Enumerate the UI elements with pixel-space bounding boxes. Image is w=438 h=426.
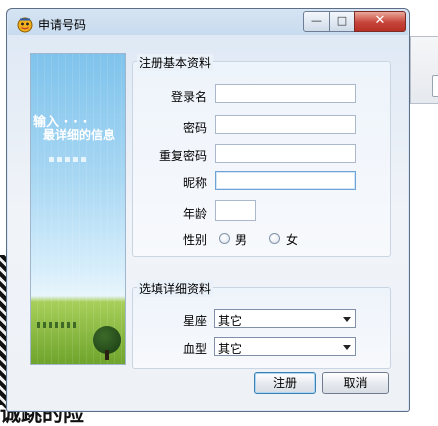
detail-info-group-title: 选填详细资料 [137,280,214,297]
chevron-down-icon [343,345,351,350]
close-button[interactable]: ✕ [354,11,406,32]
detail-info-group: 选填详细资料 星座 其它 血型 其它 [132,280,391,369]
background-widget [432,75,438,97]
title-bar[interactable]: 申请号码 — □ ✕ [7,9,409,37]
age-label: 年龄 [182,207,207,221]
banner-text-line2: 最详细的信息 [43,128,116,142]
maximize-icon: □ [336,14,348,27]
register-button[interactable]: 注册 [254,372,316,394]
minimize-icon: — [311,14,322,27]
password-input[interactable] [215,115,356,134]
confirm-password-input[interactable] [215,144,356,163]
maximize-button[interactable]: □ [329,11,355,32]
banner-dots [49,151,89,165]
gender-male-radio[interactable] [219,233,230,244]
gender-male-label[interactable]: 男 [235,231,247,248]
constellation-select[interactable]: 其它 [214,309,356,328]
confirm-password-label: 重复密码 [158,149,207,163]
basic-info-group: 注册基本资料 登录名 密码 重复密码 昵称 年龄 性别 男 女 [132,54,391,257]
password-label: 密码 [182,121,207,135]
background-window-fragment [410,36,438,104]
gender-label: 性别 [182,233,207,247]
basic-info-group-title: 注册基本资料 [137,54,214,71]
blood-type-label: 血型 [182,342,207,356]
login-label: 登录名 [170,90,207,104]
window-title: 申请号码 [38,18,87,32]
constellation-label: 星座 [182,314,207,328]
nickname-input[interactable] [215,171,356,190]
gender-female-label[interactable]: 女 [286,231,298,248]
banner-trees [37,322,77,328]
side-banner-image: 输入 · · · 最详细的信息 [30,53,126,365]
minimize-button[interactable]: — [303,11,330,32]
gender-female-radio[interactable] [269,233,280,244]
blood-type-select[interactable]: 其它 [214,337,356,356]
chevron-down-icon [343,317,351,322]
close-icon: ✕ [374,13,386,28]
age-input[interactable] [215,200,256,221]
blood-type-value: 其它 [218,342,243,356]
cancel-button[interactable]: 取消 [322,372,389,394]
nickname-label: 昵称 [182,176,207,190]
register-dialog: 申请号码 — □ ✕ 输入 · · · 最详细的信息 注册基本资料 登录名 密码… [6,8,410,412]
window-controls: — □ ✕ [303,11,407,32]
login-name-input[interactable] [215,84,356,103]
constellation-value: 其它 [218,314,243,328]
app-icon [17,17,33,33]
